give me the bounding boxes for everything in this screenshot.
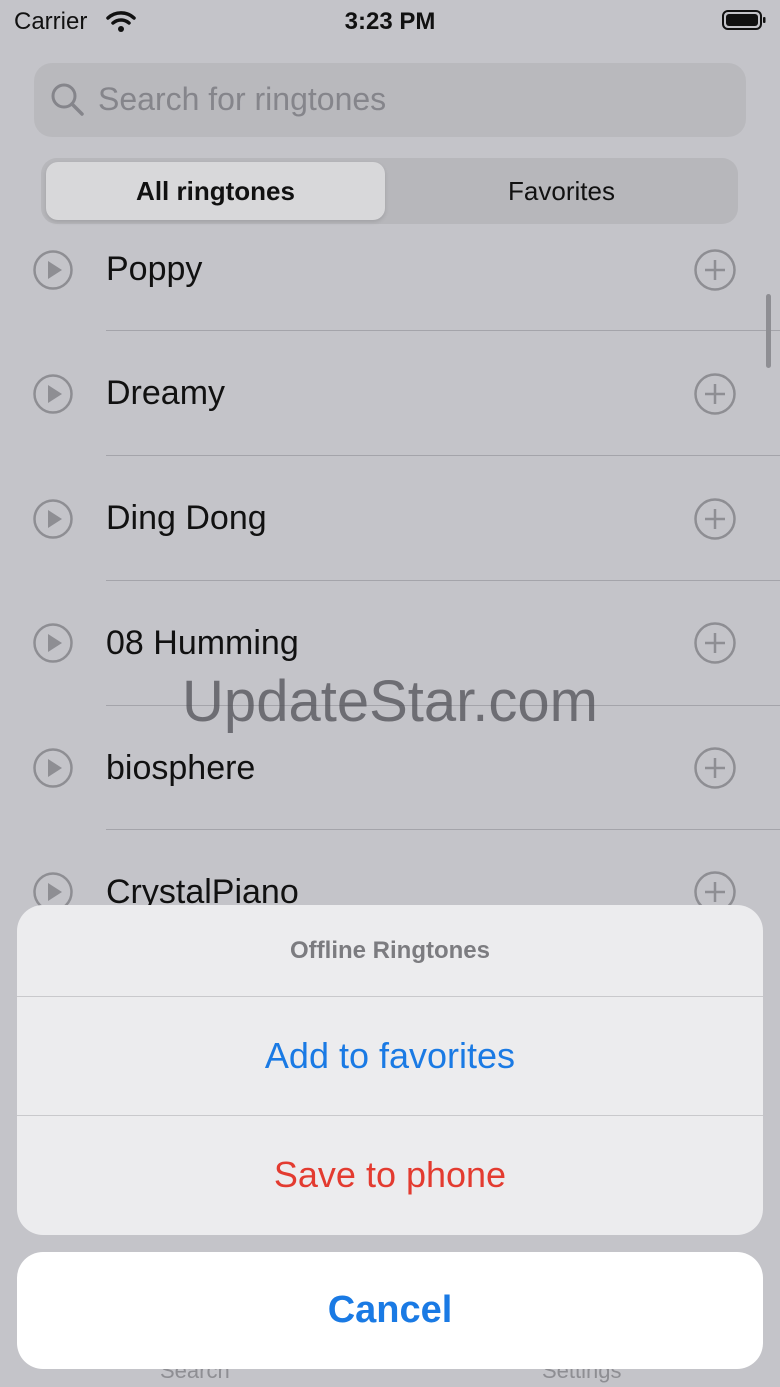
list-item[interactable]: Ding Dong bbox=[0, 475, 780, 599]
row-divider bbox=[106, 455, 780, 456]
cancel-button[interactable]: Cancel bbox=[17, 1252, 763, 1369]
add-to-favorites-button[interactable]: Add to favorites bbox=[17, 997, 763, 1115]
action-sheet-title: Offline Ringtones bbox=[290, 937, 490, 964]
plus-icon[interactable] bbox=[694, 373, 736, 415]
row-divider bbox=[106, 829, 780, 830]
row-divider bbox=[106, 580, 780, 581]
save-to-phone-button[interactable]: Save to phone bbox=[17, 1116, 763, 1234]
ringtone-name: biosphere bbox=[106, 749, 256, 787]
play-icon[interactable] bbox=[33, 623, 73, 663]
play-icon[interactable] bbox=[33, 250, 73, 290]
ringtone-name: Ding Dong bbox=[106, 499, 267, 537]
play-icon[interactable] bbox=[33, 748, 73, 788]
search-field[interactable]: Search for ringtones bbox=[34, 63, 746, 137]
search-icon bbox=[50, 82, 86, 123]
play-icon[interactable] bbox=[33, 374, 73, 414]
plus-icon[interactable] bbox=[694, 498, 736, 540]
clock: 3:23 PM bbox=[344, 8, 436, 35]
ringtone-name: 08 Humming bbox=[106, 624, 299, 662]
plus-icon[interactable] bbox=[694, 622, 736, 664]
action-sheet: Offline Ringtones Add to favorites Save … bbox=[17, 905, 763, 1235]
row-divider bbox=[106, 330, 780, 331]
plus-icon[interactable] bbox=[694, 249, 736, 291]
watermark: UpdateStar.com bbox=[182, 669, 598, 734]
segmented-control: All ringtones Favorites bbox=[41, 158, 738, 224]
list-item[interactable]: Dreamy bbox=[0, 350, 780, 474]
ringtone-name: Poppy bbox=[106, 250, 203, 288]
segment-all-ringtones[interactable]: All ringtones bbox=[46, 162, 385, 220]
ringtone-name: Dreamy bbox=[106, 374, 226, 412]
play-icon[interactable] bbox=[33, 499, 73, 539]
list-item[interactable]: Poppy bbox=[0, 226, 780, 350]
battery-icon bbox=[722, 10, 766, 30]
segment-favorites[interactable]: Favorites bbox=[389, 162, 734, 220]
search-placeholder: Search for ringtones bbox=[98, 81, 387, 117]
scrollbar[interactable] bbox=[766, 294, 771, 368]
plus-icon[interactable] bbox=[694, 747, 736, 789]
list-item[interactable]: biosphere bbox=[0, 725, 780, 849]
status-bar: Carrier 3:23 PM bbox=[0, 0, 780, 44]
